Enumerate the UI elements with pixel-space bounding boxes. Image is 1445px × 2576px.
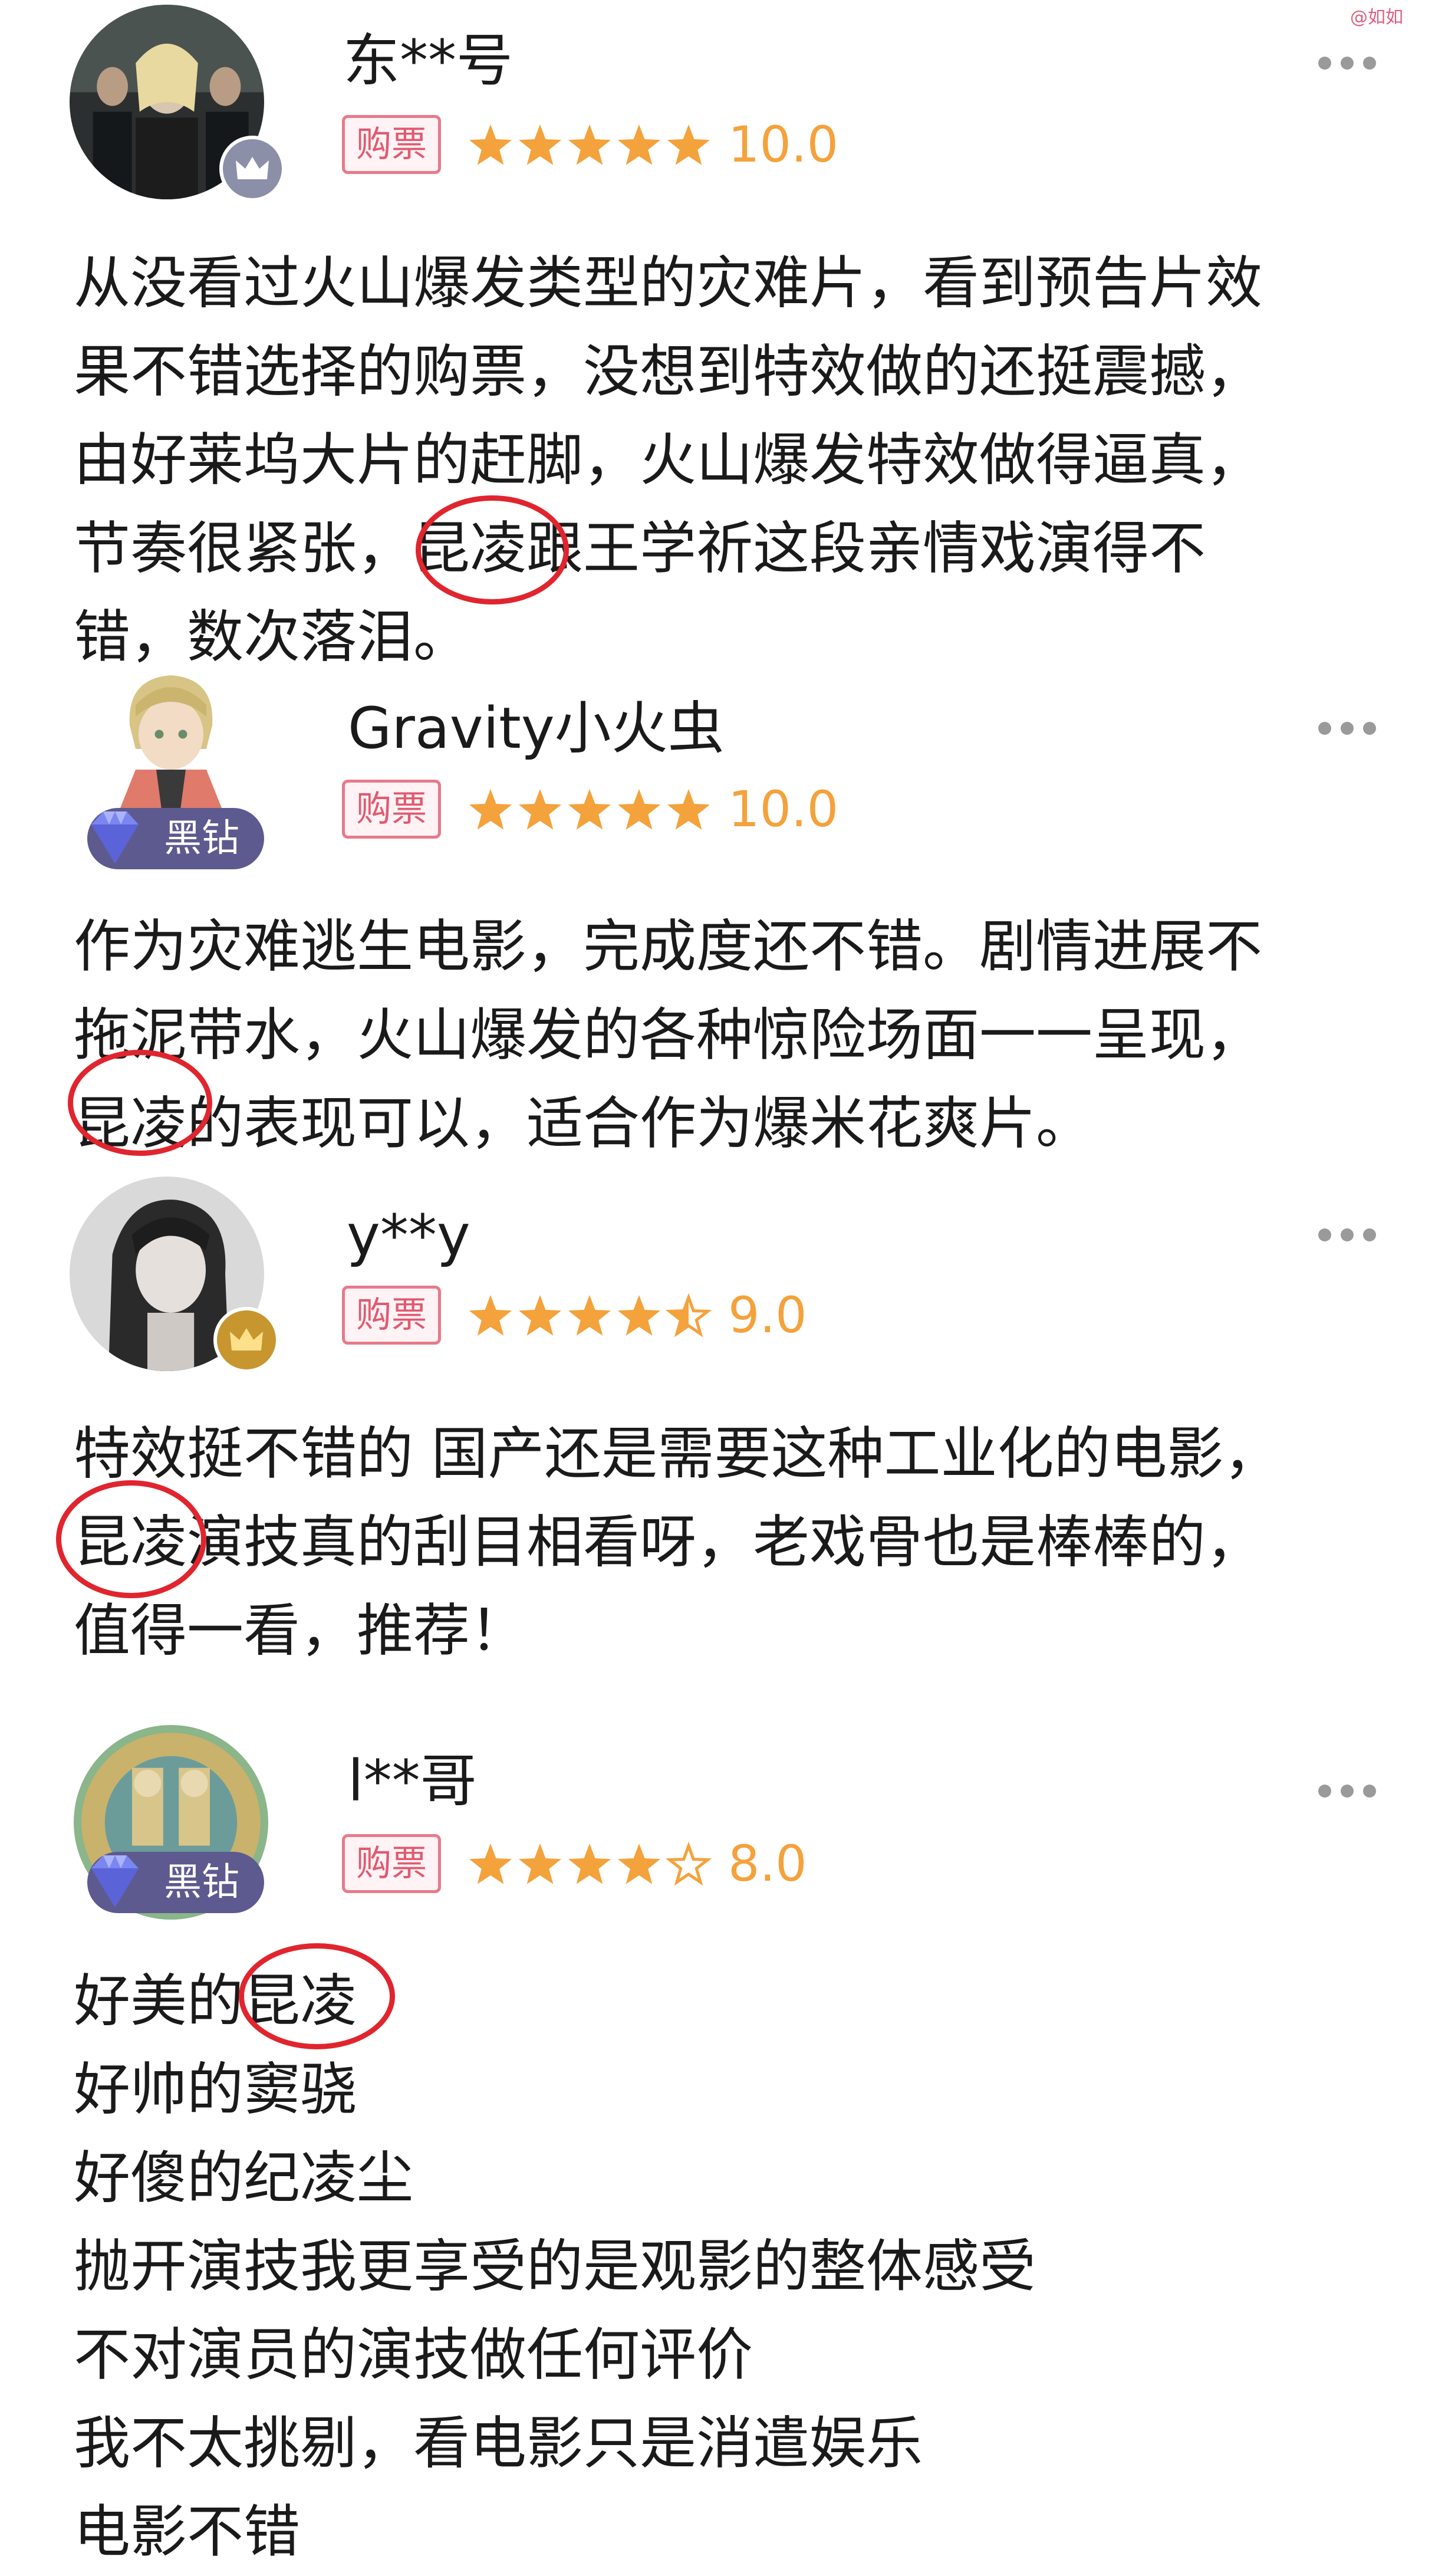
- star-full-icon: [518, 1844, 562, 1884]
- rating-row: 购票 8.0: [342, 1834, 1285, 1899]
- review-line: 抛开演技我更享受的是观影的整体感受: [74, 2233, 1036, 2299]
- vip-crown-icon: [213, 1307, 279, 1373]
- more-options-icon[interactable]: [1318, 1224, 1377, 1241]
- review-text: 从没看过火山爆发类型的灾难片，看到预告片效 果不错选择的购票，没想到特效做的还挺…: [74, 239, 1359, 681]
- ticket-tag: 购票: [342, 115, 441, 174]
- star-rating: [466, 121, 713, 170]
- review-line: 错，数次落泪。: [74, 604, 470, 670]
- more-options-icon[interactable]: [1318, 52, 1377, 70]
- review-line: 好美的昆凌: [74, 1968, 357, 2034]
- star-full-icon: [469, 1844, 512, 1884]
- review-line: 特效挺不错的 国产还是需要这种工业化的电影，: [74, 1421, 1281, 1487]
- review-line: 好傻的纪凌尘: [74, 2145, 413, 2211]
- star-full-icon: [568, 1295, 611, 1336]
- review-line: 作为灾难逃生电影，完成度还不错。剧情进展不: [74, 914, 1262, 980]
- star-full-icon: [667, 789, 710, 830]
- review-line: 我不太挑剔，看电影只是消遣娱乐: [74, 2410, 923, 2476]
- ticket-tag: 购票: [342, 780, 441, 839]
- username[interactable]: l**哥: [348, 1749, 477, 1813]
- username[interactable]: Gravity小火虫: [348, 696, 725, 761]
- rating-row: 购票 10.0: [342, 115, 1285, 180]
- diamond-icon: [80, 1851, 150, 1912]
- review-line: 昆凌的表现可以，适合作为爆米花爽片。: [74, 1090, 1092, 1156]
- star-full-icon: [617, 124, 661, 165]
- review-line: 从没看过火山爆发类型的灾难片，看到预告片效: [74, 250, 1262, 316]
- watermark: @如如: [1350, 2, 1439, 32]
- star-full-icon: [568, 789, 611, 830]
- ticket-tag: 购票: [342, 1834, 441, 1893]
- star-full-icon: [469, 1295, 512, 1336]
- review-line: 果不错选择的购票，没想到特效做的还挺震撼，: [74, 339, 1262, 405]
- score: 10.0: [728, 116, 839, 173]
- rating-row: 购票 9.0: [342, 1286, 1285, 1351]
- star-full-icon: [469, 124, 512, 165]
- review-line: 拖泥带水，火山爆发的各种惊险场面一一呈现，: [74, 1002, 1262, 1068]
- star-full-icon: [667, 124, 710, 165]
- star-rating: [466, 1292, 713, 1341]
- star-full-icon: [617, 1295, 661, 1336]
- star-full-icon: [518, 789, 562, 830]
- star-full-icon: [518, 1295, 562, 1336]
- star-full-icon: [568, 1844, 611, 1884]
- diamond-icon: [80, 807, 150, 868]
- username[interactable]: y**y: [347, 1203, 470, 1268]
- vip-crown-icon: [219, 136, 285, 202]
- star-full-icon: [469, 789, 512, 830]
- avatar-image: [97, 666, 245, 814]
- star-full-icon: [617, 789, 661, 830]
- ticket-tag: 购票: [342, 1286, 441, 1345]
- review-line: 电影不错: [74, 2499, 300, 2565]
- username[interactable]: 东**号: [343, 28, 513, 93]
- rating-row: 购票 10.0: [342, 780, 1285, 845]
- review-line: 昆凌演技真的刮目相看呀，老戏骨也是棒棒的，: [74, 1509, 1262, 1575]
- star-full-icon: [617, 1844, 661, 1884]
- review-line: 不对演员的演技做任何评价: [74, 2322, 753, 2388]
- badge-label: 黑钻: [164, 817, 239, 860]
- review-line: 节奏很紧张，昆凌跟王学祈这段亲情戏演得不: [74, 515, 1206, 581]
- star-full-icon: [568, 124, 611, 165]
- review-line: 由好莱坞大片的赶脚，火山爆发特效做得逼真，: [74, 427, 1262, 493]
- star-full-icon: [518, 124, 562, 165]
- star-empty-icon: [665, 1841, 712, 1886]
- review-line: 值得一看，推荐！: [74, 1598, 526, 1664]
- star-half-icon: [665, 1293, 712, 1338]
- star-rating: [466, 786, 713, 835]
- score: 10.0: [728, 780, 839, 838]
- review-text: 好美的昆凌 好帅的窦骁 好傻的纪凌尘 抛开演技我更享受的是观影的整体感受 不对演…: [74, 1957, 1359, 2576]
- avatar[interactable]: [97, 666, 245, 814]
- review-text: 特效挺不错的 国产还是需要这种工业化的电影， 昆凌演技真的刮目相看呀，老戏骨也是…: [74, 1409, 1359, 1675]
- score: 9.0: [728, 1286, 807, 1344]
- star-rating: [466, 1840, 713, 1890]
- badge-label: 黑钻: [164, 1861, 239, 1904]
- review-text: 作为灾难逃生电影，完成度还不错。剧情进展不 拖泥带水，火山爆发的各种惊险场面一一…: [74, 902, 1359, 1168]
- review-line: 好帅的窦骁: [74, 2056, 357, 2122]
- more-options-icon[interactable]: [1318, 1780, 1377, 1798]
- more-options-icon[interactable]: [1318, 717, 1377, 735]
- score: 8.0: [728, 1835, 807, 1892]
- watermark-text: @如如: [1350, 7, 1403, 28]
